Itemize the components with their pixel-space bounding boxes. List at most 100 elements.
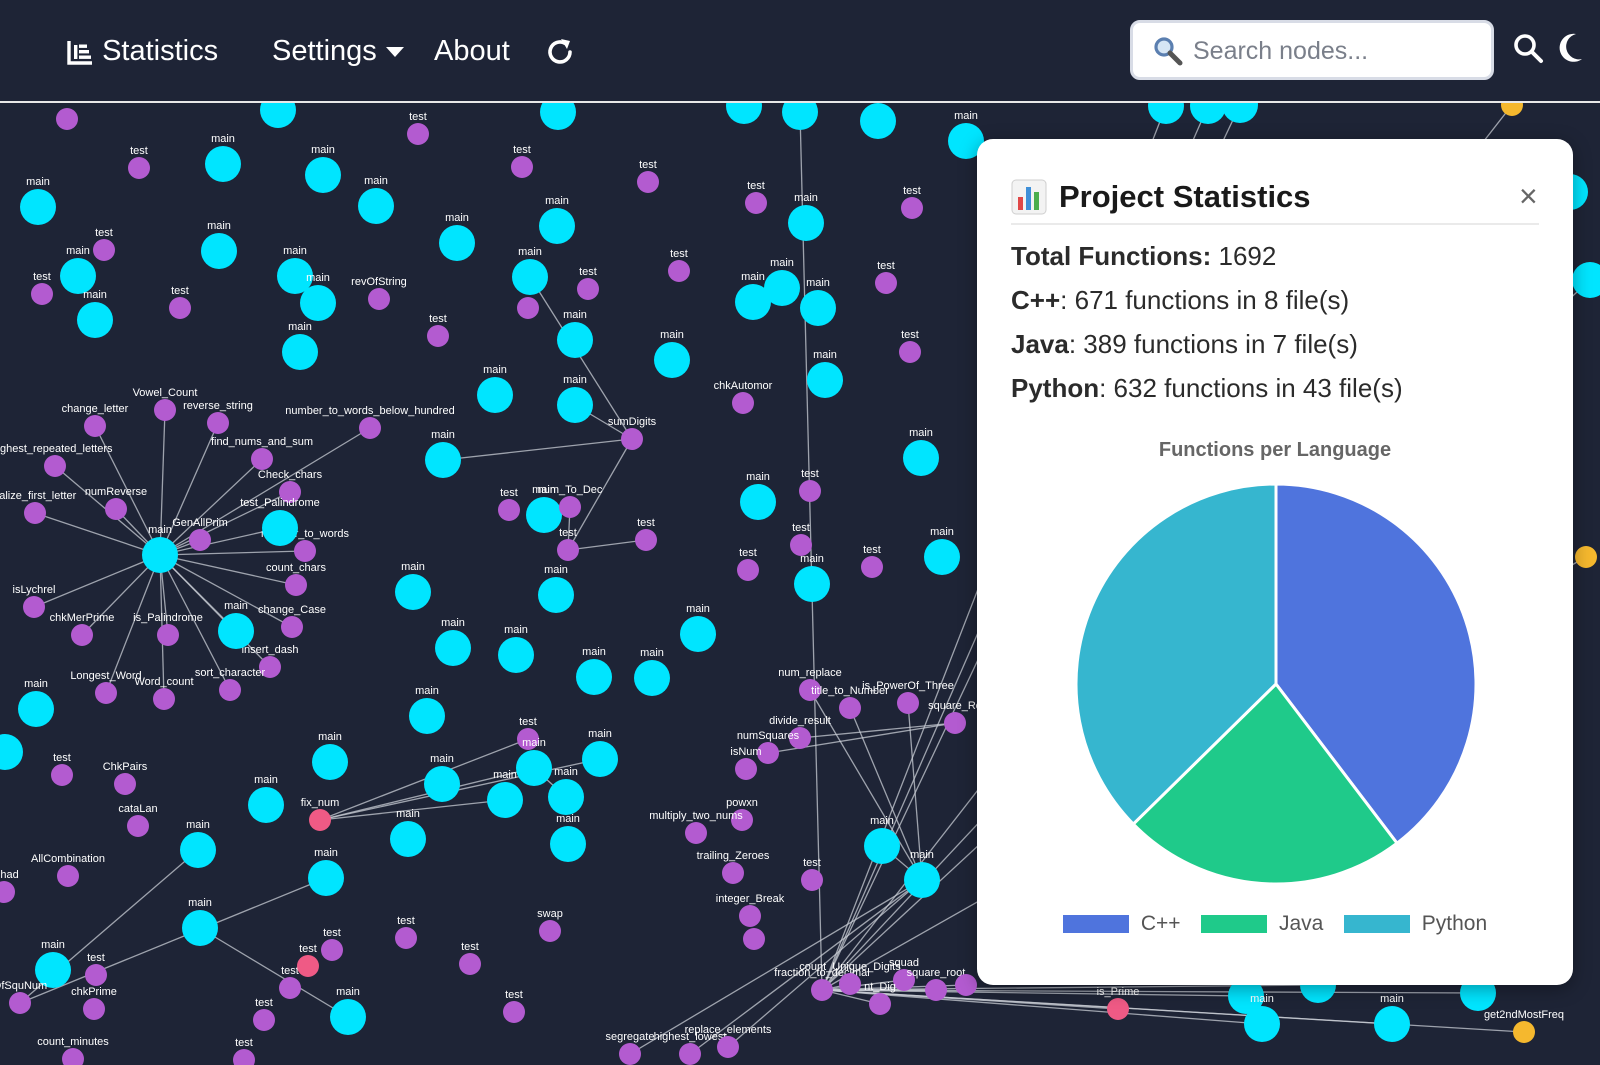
graph-node-function[interactable]: isNum — [730, 746, 762, 780]
graph-node-main[interactable]: main — [550, 813, 586, 862]
graph-node-main[interactable]: main — [498, 624, 534, 673]
legend-item-cpp[interactable]: C++ — [1062, 909, 1181, 939]
graph-node-function[interactable]: count_minutes — [37, 1036, 109, 1065]
graph-node-function[interactable]: integer_Break — [716, 893, 785, 927]
graph-node-main[interactable]: main — [538, 564, 574, 613]
graph-node-main[interactable]: main — [548, 766, 584, 815]
graph-node-function[interactable]: test — [790, 522, 812, 556]
graph-node-function[interactable]: cataLan — [118, 803, 158, 837]
graph-node-main[interactable]: main — [764, 257, 800, 306]
graph-node-main[interactable]: main — [439, 212, 475, 261]
graph-node-function[interactable]: test — [901, 185, 923, 219]
graph-node-function[interactable] — [955, 974, 977, 996]
graph-node-function[interactable]: test — [253, 997, 275, 1031]
graph-node-function[interactable]: AllCombination — [31, 853, 105, 887]
graph-node-function[interactable]: test — [577, 266, 599, 300]
graph-node-function[interactable]: segregate — [606, 1031, 655, 1065]
graph-node-main[interactable]: main — [1374, 993, 1410, 1042]
graph-node-main[interactable]: main — [205, 133, 241, 182]
graph-node-main[interactable]: main — [794, 553, 830, 602]
nav-about[interactable]: About — [434, 28, 510, 74]
refresh-button[interactable] — [544, 28, 576, 74]
graph-node-main[interactable]: main — [409, 685, 445, 734]
graph-node-function[interactable]: chkMerPrime — [50, 612, 115, 646]
search-field[interactable] — [1130, 20, 1494, 80]
graph-node-function[interactable]: sumDigits — [608, 416, 657, 450]
graph-node-function[interactable]: test — [503, 989, 525, 1023]
graph-node-function[interactable]: test — [169, 285, 191, 319]
graph-node-main[interactable]: main — [516, 737, 552, 786]
graph-node-main[interactable]: main — [904, 849, 940, 898]
graph-node-main[interactable]: main — [180, 819, 216, 868]
graph-node-function[interactable]: change_letter — [62, 403, 129, 437]
theme-toggle-button[interactable] — [1556, 32, 1584, 69]
graph-node-main[interactable] — [1190, 103, 1226, 124]
graph-node-function[interactable]: Longest_Word — [70, 670, 142, 704]
graph-node-function[interactable]: test — [395, 915, 417, 949]
graph-node-main[interactable]: main — [557, 374, 593, 423]
graph-node-main[interactable]: main — [582, 728, 618, 777]
graph-node-main[interactable] — [540, 103, 576, 130]
graph-node-function[interactable]: test — [635, 517, 657, 551]
graph-node-function[interactable] — [743, 928, 765, 950]
graph-node-main[interactable] — [1222, 103, 1258, 123]
graph-node-function[interactable]: test — [498, 487, 520, 521]
search-input[interactable] — [1191, 31, 1485, 71]
graph-node-function[interactable]: test — [51, 752, 73, 786]
graph-node-main[interactable]: main — [218, 600, 254, 649]
graph-node-function[interactable]: find_nums_and_sum — [211, 436, 313, 470]
legend-item-java[interactable]: Java — [1200, 909, 1323, 939]
graph-node-main[interactable]: main — [358, 175, 394, 224]
graph-node-main[interactable]: main — [390, 808, 426, 857]
graph-node-function[interactable]: GenAllPrim — [172, 517, 228, 551]
graph-node-main[interactable]: main — [740, 471, 776, 520]
graph-node-function[interactable]: change_Case — [258, 604, 326, 638]
graph-node-main[interactable]: main — [20, 176, 56, 225]
graph-node-function[interactable]: test — [297, 943, 319, 977]
graph-node-function[interactable]: swap — [537, 908, 563, 942]
graph-node-function[interactable]: numReverse — [85, 486, 147, 520]
graph-node-main[interactable]: main — [201, 220, 237, 269]
graph-node-main[interactable] — [782, 103, 818, 130]
graph-node-main[interactable]: main — [182, 897, 218, 946]
graph-node-main[interactable]: main — [634, 647, 670, 696]
graph-node-function[interactable]: reverse_string — [183, 400, 253, 434]
graph-node-function[interactable]: test — [31, 271, 53, 305]
graph-node-main[interactable] — [860, 103, 896, 139]
graph-node-function[interactable]: sort_character — [195, 667, 266, 701]
graph-node-function[interactable]: ighest_repeated_letters — [0, 443, 113, 477]
graph-node-main[interactable]: main — [142, 524, 178, 573]
graph-node-function[interactable]: revOfString — [351, 276, 407, 310]
graph-node-function[interactable]: test — [557, 527, 579, 561]
graph-node-function[interactable]: test — [427, 313, 449, 347]
graph-node-function[interactable]: test — [93, 227, 115, 261]
graph-node-function[interactable]: test — [799, 468, 821, 502]
graph-node-main[interactable]: main — [424, 753, 460, 802]
graph-node-function[interactable]: test — [459, 941, 481, 975]
graph-node-main[interactable]: main — [924, 526, 960, 575]
graph-node-function[interactable]: test — [511, 144, 533, 178]
graph-node-function[interactable]: title_to_Number — [811, 685, 889, 719]
graph-node-main[interactable]: main — [248, 774, 284, 823]
graph-node-main[interactable]: main — [903, 427, 939, 476]
graph-node-function[interactable]: test — [85, 952, 107, 986]
graph-node-main[interactable]: main — [300, 272, 336, 321]
graph-node-main[interactable]: main — [425, 429, 461, 478]
graph-node-function[interactable]: number_to_words_below_hundred — [285, 405, 455, 439]
graph-node-function[interactable]: get2ndMostFreq — [1484, 1009, 1564, 1043]
graph-node-main[interactable] — [726, 103, 762, 124]
graph-node-main[interactable]: main — [312, 731, 348, 780]
graph-node-main[interactable] — [260, 103, 296, 128]
graph-node-function[interactable]: count_chars — [266, 562, 326, 596]
graph-node-function[interactable]: italize_first_letter — [0, 490, 77, 524]
graph-node-function[interactable]: test — [875, 260, 897, 294]
graph-node-function[interactable]: test — [233, 1037, 255, 1065]
nav-settings-dropdown[interactable]: Settings — [272, 28, 405, 74]
close-icon[interactable]: × — [1519, 180, 1538, 212]
graph-node-function[interactable]: ChkPairs — [103, 761, 148, 795]
graph-node-function[interactable]: yshad — [0, 869, 19, 903]
graph-node-function[interactable]: test — [279, 965, 301, 999]
graph-node-function[interactable]: Word_count — [134, 676, 194, 710]
graph-node-function[interactable]: is_Palindrome — [133, 612, 203, 646]
graph-node-main[interactable]: main — [654, 329, 690, 378]
